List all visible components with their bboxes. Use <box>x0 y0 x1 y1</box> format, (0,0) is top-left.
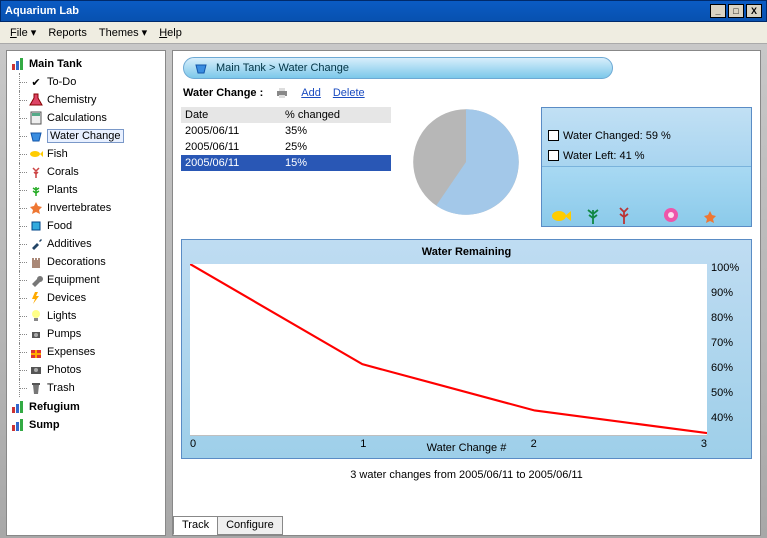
menu-bar: File ▾ Reports Themes ▾ Help <box>0 22 767 44</box>
check-icon: ✔ <box>29 75 43 89</box>
col-pct[interactable]: % changed <box>281 107 391 123</box>
castle-icon <box>29 255 43 269</box>
chart-footer: 3 water changes from 2005/06/11 to 2005/… <box>173 467 760 487</box>
chart-title: Water Remaining <box>186 244 747 260</box>
line-chart-panel: Water Remaining 0 1 2 3 100% <box>181 239 752 459</box>
dropper-icon <box>29 237 43 251</box>
aquarium-decoration <box>542 166 751 226</box>
xtick: 0 <box>190 438 196 450</box>
trash-icon <box>29 381 43 395</box>
add-link[interactable]: Add <box>301 87 321 99</box>
sidebar-item-corals[interactable]: Corals <box>9 163 163 181</box>
menu-file[interactable]: File ▾ <box>6 24 40 41</box>
sidebar-item-equipment[interactable]: Equipment <box>9 271 163 289</box>
bolt-icon <box>29 291 43 305</box>
menu-help[interactable]: Help <box>155 25 186 41</box>
sidebar-item-additives[interactable]: Additives <box>9 235 163 253</box>
wrench-icon <box>29 273 43 287</box>
line-chart-plot: 0 1 2 3 <box>190 264 707 436</box>
legend-left: Water Left: 41 % <box>542 146 751 166</box>
sidebar-item-photos[interactable]: Photos <box>9 361 163 379</box>
sidebar-item-pumps[interactable]: Pumps <box>9 325 163 343</box>
gift-icon <box>29 345 43 359</box>
sidebar-item-calculations[interactable]: Calculations <box>9 109 163 127</box>
sidebar-item-water-change[interactable]: Water Change <box>9 127 163 145</box>
content: Main Tank ✔To-Do Chemistry Calculations … <box>0 44 767 538</box>
chart-icon <box>11 418 25 432</box>
printer-icon[interactable] <box>275 87 289 99</box>
table-row[interactable]: 2005/06/1125% <box>181 139 391 155</box>
legend-changed: Water Changed: 59 % <box>542 126 751 146</box>
xtick: 2 <box>531 438 537 450</box>
tree-root-refugium[interactable]: Refugium <box>9 398 163 416</box>
main-body: Date % changed 2005/06/1135% 2005/06/112… <box>173 103 760 231</box>
sidebar-item-fish[interactable]: Fish <box>9 145 163 163</box>
menu-themes[interactable]: Themes ▾ <box>95 24 151 41</box>
sidebar-item-trash[interactable]: Trash <box>9 379 163 397</box>
sidebar-item-expenses[interactable]: Expenses <box>9 343 163 361</box>
chart-icon <box>11 400 25 414</box>
sidebar-item-invertebrates[interactable]: Invertebrates <box>9 199 163 217</box>
sidebar-item-devices[interactable]: Devices <box>9 289 163 307</box>
water-change-table: Date % changed 2005/06/1135% 2005/06/112… <box>181 107 391 227</box>
xtick: 1 <box>360 438 366 450</box>
pie-chart <box>401 107 531 227</box>
calc-icon <box>29 111 43 125</box>
sidebar-item-food[interactable]: Food <box>9 217 163 235</box>
table-row[interactable]: 2005/06/1135% <box>181 123 391 139</box>
xtick: 3 <box>701 438 707 450</box>
tab-configure[interactable]: Configure <box>217 516 283 535</box>
sidebar-item-to-do[interactable]: ✔To-Do <box>9 73 163 91</box>
y-axis: 100% 90% 80% 70% 60% 50% 40% <box>707 260 747 440</box>
sidebar-item-plants[interactable]: Plants <box>9 181 163 199</box>
col-date[interactable]: Date <box>181 107 281 123</box>
chart-icon <box>11 57 25 71</box>
bulb-icon <box>29 309 43 323</box>
fish-icon <box>29 147 43 161</box>
sidebar-item-chemistry[interactable]: Chemistry <box>9 91 163 109</box>
title-bar: Aquarium Lab _ □ X <box>0 0 767 22</box>
maximize-button[interactable]: □ <box>728 4 744 18</box>
window-title: Aquarium Lab <box>5 5 79 17</box>
table-row[interactable]: 2005/06/1115% <box>181 155 391 171</box>
coral-icon <box>29 165 43 179</box>
tree-root-main-tank[interactable]: Main Tank <box>9 55 163 73</box>
minimize-button[interactable]: _ <box>710 4 726 18</box>
sidebar-item-lights[interactable]: Lights <box>9 307 163 325</box>
delete-link[interactable]: Delete <box>333 87 365 99</box>
bottom-tabs: Track Configure <box>173 516 282 535</box>
sidebar: Main Tank ✔To-Do Chemistry Calculations … <box>6 50 166 536</box>
breadcrumb: Main Tank > Water Change <box>183 57 613 79</box>
flask-icon <box>29 93 43 107</box>
sidebar-item-decorations[interactable]: Decorations <box>9 253 163 271</box>
main-panel: Main Tank > Water Change Water Change : … <box>172 50 761 536</box>
close-button[interactable]: X <box>746 4 762 18</box>
plant-icon <box>29 183 43 197</box>
section-header: Water Change : Add Delete <box>173 83 760 103</box>
bucket-icon <box>194 61 210 75</box>
tree-root-sump[interactable]: Sump <box>9 416 163 434</box>
starfish-icon <box>29 201 43 215</box>
legend-box: Water Changed: 59 % Water Left: 41 % <box>541 107 752 227</box>
camera-icon <box>29 363 43 377</box>
bucket-icon <box>29 129 43 143</box>
pump-icon <box>29 327 43 341</box>
food-icon <box>29 219 43 233</box>
tab-track[interactable]: Track <box>173 516 218 535</box>
menu-reports[interactable]: Reports <box>44 25 91 41</box>
